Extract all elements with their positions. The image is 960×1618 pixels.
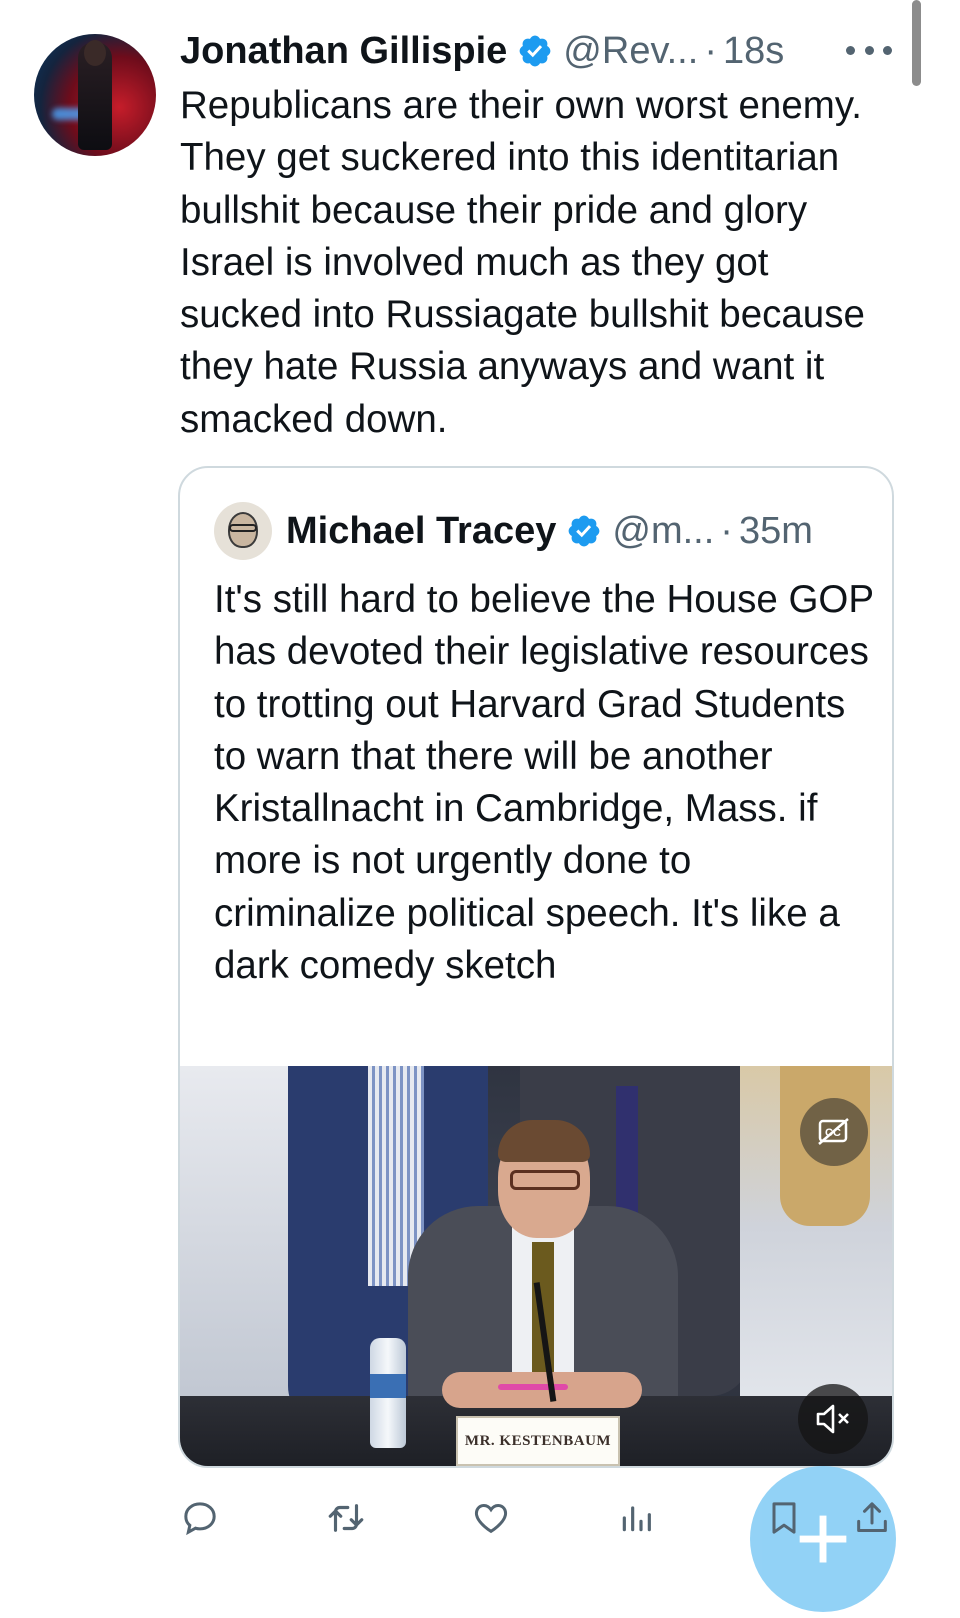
like-button[interactable] [463,1490,519,1546]
video-player[interactable]: MR. KESTENBAUM CC [180,1066,892,1466]
more-icon[interactable] [846,44,892,56]
share-icon [857,1502,887,1532]
share-button[interactable] [844,1490,900,1546]
like-icon [474,1503,508,1534]
author-handle[interactable]: @Rev... [563,30,698,73]
tweet-timestamp[interactable]: 18s [723,30,784,73]
views-button[interactable] [608,1490,664,1546]
reply-icon [184,1502,216,1536]
scrollbar[interactable] [912,0,921,86]
bookmark-button[interactable] [756,1490,812,1546]
video-speaker-glasses [510,1170,580,1190]
captions-button[interactable]: CC [800,1098,868,1166]
video-speaker-hands [442,1372,642,1408]
quoted-tweet-header: Michael Tracey @m... · 35m [286,506,813,556]
video-pen [498,1384,568,1390]
reply-button[interactable] [172,1490,228,1546]
quoted-avatar-glasses [229,524,257,532]
quoted-tweet-card[interactable]: Michael Tracey @m... · 35m It's still ha… [178,466,894,1468]
mute-button[interactable] [798,1384,868,1454]
author-name[interactable]: Jonathan Gillispie [180,30,507,73]
avatar-figure-head [84,40,106,66]
retweet-icon [328,1504,364,1532]
captions-icon: CC [818,1118,849,1145]
verified-badge-icon [569,515,600,547]
quoted-author-handle[interactable]: @m... [612,510,714,553]
quoted-tweet-text: It's still hard to believe the House GOP… [214,578,874,988]
views-icon [622,1506,651,1532]
verified-badge-icon [519,35,551,67]
quoted-author-avatar[interactable] [214,502,272,560]
author-avatar[interactable] [34,34,156,156]
bookmark-icon [772,1502,796,1534]
mute-icon [816,1404,849,1434]
tweet-header: Jonathan Gillispie @Rev... · 18s [180,26,784,76]
video-nameplate: MR. KESTENBAUM [456,1416,620,1466]
quoted-tweet-timestamp[interactable]: 35m [739,510,813,553]
tweet-text: Republicans are their own worst enemy. T… [180,84,865,441]
quoted-author-name[interactable]: Michael Tracey [286,510,556,553]
video-water-bottle-label [370,1374,406,1398]
quoted-header-separator: · [720,509,733,552]
retweet-button[interactable] [318,1490,374,1546]
video-speaker-hair [498,1120,590,1162]
header-separator: · [704,29,717,72]
